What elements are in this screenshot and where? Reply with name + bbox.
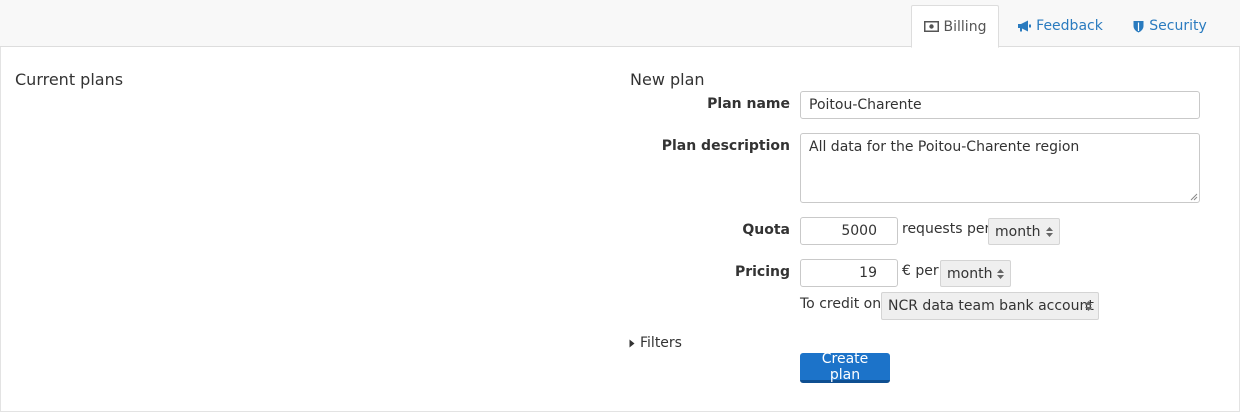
resize-grip-icon[interactable] — [1190, 193, 1198, 201]
tab-label: Billing — [943, 18, 987, 35]
quota-period-select[interactable]: month — [988, 218, 1060, 245]
quota-period-value: month — [995, 223, 1041, 240]
quota-label: Quota — [742, 222, 790, 238]
credit-account-select[interactable]: NCR data team bank account — [881, 292, 1099, 320]
tab-feedback[interactable]: Feedback — [1008, 5, 1112, 47]
tab-security[interactable]: Security — [1124, 5, 1216, 47]
tab-label: Security — [1149, 18, 1207, 34]
current-plans-title: Current plans — [15, 70, 124, 89]
new-plan-title: New plan — [630, 70, 705, 89]
plan-name-input[interactable] — [800, 91, 1200, 119]
shield-icon — [1133, 20, 1144, 33]
plan-description-textarea[interactable]: All data for the Poitou-Charente region — [800, 133, 1200, 203]
tab-bar: Billing Feedback Security — [0, 0, 1240, 48]
plan-name-label: Plan name — [707, 96, 790, 112]
plan-description-label: Plan description — [661, 138, 790, 154]
tab-label: Feedback — [1036, 18, 1103, 34]
pricing-period-select[interactable]: month — [940, 260, 1011, 287]
pricing-period-value: month — [947, 265, 993, 282]
pricing-unit-text: € per — [902, 263, 939, 279]
select-arrows-icon — [1046, 226, 1053, 237]
money-icon — [923, 21, 939, 32]
credit-label: To credit on — [800, 296, 882, 312]
caret-right-icon — [629, 339, 635, 347]
select-arrows-icon — [997, 268, 1004, 279]
quota-unit-text: requests per — [902, 221, 991, 237]
filters-label: Filters — [640, 335, 682, 351]
pricing-input[interactable] — [800, 259, 898, 287]
pricing-label: Pricing — [734, 264, 790, 280]
megaphone-icon — [1017, 20, 1032, 32]
credit-account-value: NCR data team bank account — [888, 298, 1094, 314]
select-arrows-icon — [1085, 301, 1092, 311]
app-frame — [0, 0, 1240, 412]
tab-billing[interactable]: Billing — [911, 5, 999, 48]
quota-input[interactable] — [800, 217, 898, 245]
create-plan-button[interactable]: Create plan — [800, 351, 890, 383]
filters-toggle[interactable]: Filters — [629, 335, 682, 351]
